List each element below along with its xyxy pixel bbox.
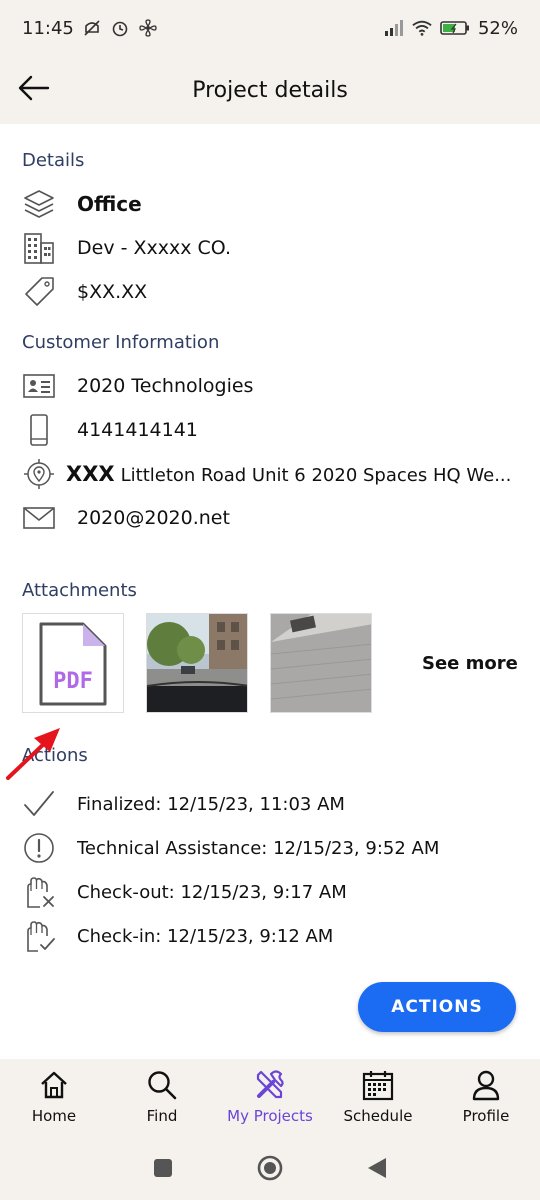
company-name: Dev - Xxxxx CO. <box>77 237 232 259</box>
price-tag-icon <box>22 275 56 309</box>
alarm-icon <box>110 18 130 38</box>
action-label: Technical Assistance: 12/15/23, 9:52 AM <box>77 837 440 859</box>
actions-section-title: Actions <box>22 745 88 766</box>
layers-icon <box>22 187 56 221</box>
envelope-icon <box>22 501 56 535</box>
pdf-file-icon: PDF <box>23 614 123 712</box>
recents-button[interactable] <box>148 1153 178 1183</box>
attachments-row: PDF See more <box>22 613 518 713</box>
annotation-arrow <box>6 728 60 780</box>
attachment-pdf[interactable]: PDF <box>22 613 124 713</box>
address-prefix: XXX <box>66 462 115 486</box>
calendar-icon <box>362 1069 394 1101</box>
search-icon <box>146 1069 178 1101</box>
nav-label: Schedule <box>343 1107 413 1125</box>
home-icon <box>38 1069 70 1101</box>
system-navigation <box>0 1135 540 1200</box>
nav-label: My Projects <box>227 1107 313 1125</box>
pdf-label: PDF <box>53 669 93 694</box>
hand-checkin-icon <box>22 919 56 953</box>
user-icon <box>470 1069 502 1101</box>
customer-address-row[interactable]: XXX Littleton Road Unit 6 2020 Spaces HQ… <box>22 452 518 496</box>
alert-circle-icon <box>22 831 56 865</box>
action-label: Finalized: 12/15/23, 11:03 AM <box>77 793 345 815</box>
mute-icon <box>82 18 102 38</box>
nav-profile[interactable]: Profile <box>432 1059 540 1135</box>
customer-address: XXX Littleton Road Unit 6 2020 Spaces HQ… <box>66 462 511 486</box>
customer-phone: 4141414141 <box>77 419 198 441</box>
page-title: Project details <box>192 77 348 103</box>
battery-level: 52% <box>477 17 518 39</box>
wall-photo-thumbnail <box>271 614 371 712</box>
app-bar: Project details <box>0 56 540 124</box>
tools-icon <box>254 1069 286 1101</box>
action-label: Check-in: 12/15/23, 9:12 AM <box>77 925 334 947</box>
arrow-left-icon <box>18 75 50 101</box>
square-icon <box>154 1158 173 1177</box>
hand-checkout-icon <box>22 875 56 909</box>
customer-name-row: 2020 Technologies <box>22 364 518 408</box>
status-right: 52% <box>384 18 518 39</box>
detail-company-row: Dev - Xxxxx CO. <box>22 226 518 270</box>
detail-price-row: $XX.XX <box>22 270 518 314</box>
customer-email: 2020@2020.net <box>77 507 230 529</box>
details-section-title: Details <box>22 150 85 171</box>
see-more-link[interactable]: See more <box>422 653 518 674</box>
nav-home[interactable]: Home <box>0 1059 108 1135</box>
nav-label: Profile <box>462 1107 510 1125</box>
action-item-assistance: Technical Assistance: 12/15/23, 9:52 AM <box>22 826 518 870</box>
battery-icon <box>440 18 470 38</box>
action-item-checkin: Check-in: 12/15/23, 9:12 AM <box>22 914 518 958</box>
nav-label: Home <box>31 1107 77 1125</box>
home-system-button[interactable] <box>255 1153 285 1183</box>
contact-card-icon <box>22 369 56 403</box>
back-button[interactable] <box>14 66 54 110</box>
nav-schedule[interactable]: Schedule <box>324 1059 432 1135</box>
status-time: 11:45 <box>22 17 74 39</box>
building-icon <box>22 231 56 265</box>
customer-email-row[interactable]: 2020@2020.net <box>22 496 518 540</box>
project-type: Office <box>77 192 142 216</box>
triangle-back-icon <box>367 1157 386 1178</box>
customer-section-title: Customer Information <box>22 332 220 353</box>
action-label: Check-out: 12/15/23, 9:17 AM <box>77 881 347 903</box>
nav-my-projects[interactable]: My Projects <box>216 1059 324 1135</box>
attachment-photo-street[interactable] <box>146 613 248 713</box>
bottom-navigation: Home Find My Projects Schedule Profile <box>0 1059 540 1135</box>
circle-icon <box>257 1155 283 1180</box>
project-price: $XX.XX <box>77 281 148 303</box>
phone-icon <box>22 413 56 447</box>
nav-label: Find <box>146 1107 178 1125</box>
actions-button[interactable]: ACTIONS <box>358 982 516 1032</box>
customer-phone-row[interactable]: 4141414141 <box>22 408 518 452</box>
wifi-icon <box>412 18 432 38</box>
checkmark-icon <box>22 787 56 821</box>
street-photo-thumbnail <box>147 614 247 712</box>
action-item-checkout: Check-out: 12/15/23, 9:17 AM <box>22 870 518 914</box>
status-bar: 11:45 52% <box>0 0 540 56</box>
detail-type-row: Office <box>22 182 518 226</box>
status-left: 11:45 <box>22 18 158 39</box>
customer-name: 2020 Technologies <box>77 375 254 397</box>
signal-icon <box>384 18 404 38</box>
address-text: Littleton Road Unit 6 2020 Spaces HQ We.… <box>120 465 512 486</box>
action-item-finalized: Finalized: 12/15/23, 11:03 AM <box>22 782 518 826</box>
attachments-section-title: Attachments <box>22 580 137 601</box>
project-details-content: Details Office Dev - Xxxxx CO. $XX.XX Cu… <box>0 124 540 1059</box>
back-system-button[interactable] <box>362 1153 392 1183</box>
location-pin-icon <box>22 457 56 491</box>
fan-icon <box>138 18 158 38</box>
attachment-photo-wall[interactable] <box>270 613 372 713</box>
nav-find[interactable]: Find <box>108 1059 216 1135</box>
